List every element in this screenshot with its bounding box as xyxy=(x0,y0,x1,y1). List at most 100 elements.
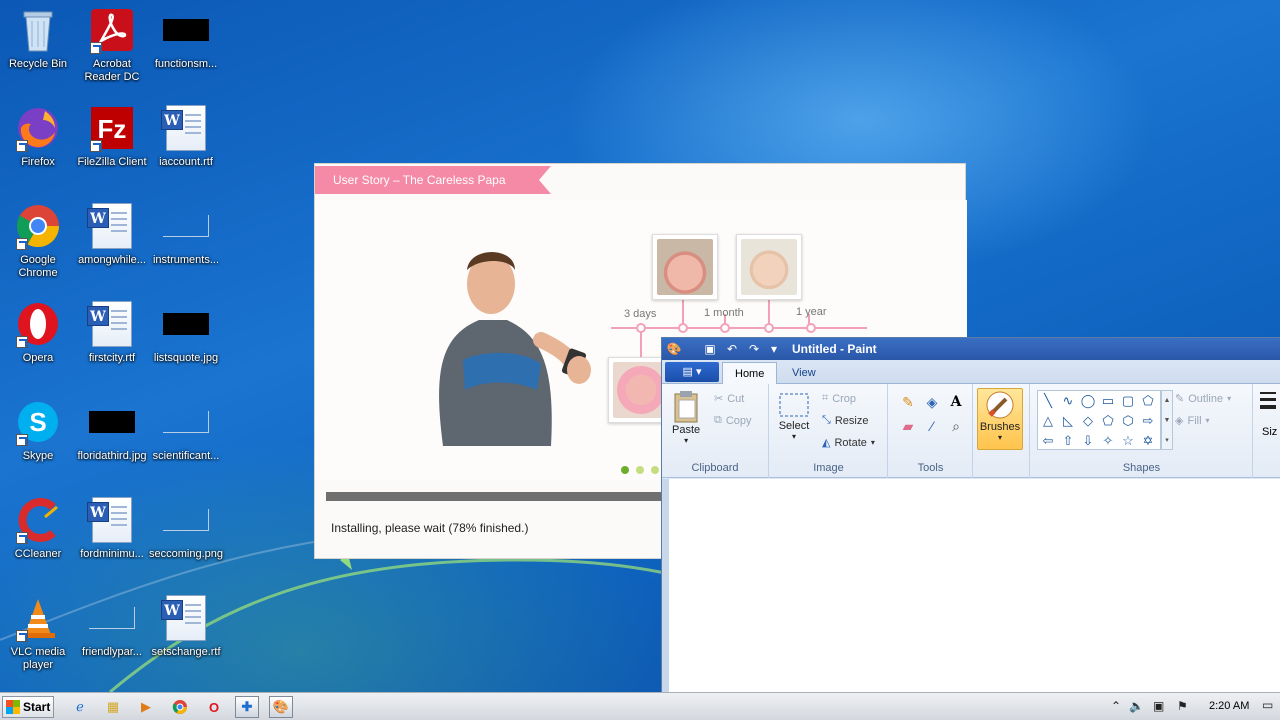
slide-indicator-active[interactable] xyxy=(621,466,629,474)
rounded-rectangle-shape-icon[interactable]: ▢ xyxy=(1118,391,1138,411)
redo-icon[interactable]: ↷ xyxy=(746,341,762,357)
fill-button[interactable]: ◈ Fill ▾ xyxy=(1175,414,1210,428)
four-point-star-shape-icon[interactable]: ✧ xyxy=(1098,431,1118,451)
fordminimu-file-icon[interactable]: W fordminimu... xyxy=(74,496,150,586)
tab-view[interactable]: View xyxy=(780,362,828,384)
google-chrome-icon[interactable]: Google Chrome xyxy=(0,202,76,292)
up-arrow-shape-icon[interactable]: ⇧ xyxy=(1058,431,1078,451)
chrome-taskbar-icon[interactable] xyxy=(168,696,192,718)
paste-button[interactable]: Paste ▾ xyxy=(672,390,700,445)
select-button[interactable]: Select ▾ xyxy=(778,390,810,441)
five-point-star-shape-icon[interactable]: ☆ xyxy=(1118,431,1138,451)
brushes-button[interactable]: Brushes ▾ xyxy=(977,388,1023,450)
paint-title-bar[interactable]: 🎨 ▣ ↶ ↷ ▾ Untitled - Paint xyxy=(662,338,1280,360)
rotate-icon: ◭ xyxy=(822,437,831,449)
opera-icon[interactable]: Opera xyxy=(0,300,76,390)
word-document-icon: W xyxy=(161,104,210,152)
firstcity-file-icon[interactable]: W firstcity.rtf xyxy=(74,300,150,390)
oval-shape-icon[interactable]: ◯ xyxy=(1078,391,1098,411)
shortcut-arrow-icon xyxy=(16,238,28,250)
firefox-icon[interactable]: Firefox xyxy=(0,104,76,194)
slide-indicator[interactable] xyxy=(636,466,644,474)
crop-button[interactable]: ⌗ Crop xyxy=(822,392,856,405)
shapes-gallery[interactable]: ╲ ∿ ◯ ▭ ▢ ⬠ △ ◺ ◇ ⬠ ⬡ ⇨ ⇦ ⇧ ⇩ ✧ ☆ ✡ xyxy=(1037,390,1161,450)
slide-indicator[interactable] xyxy=(651,466,659,474)
pencil-icon[interactable]: ✎ xyxy=(897,392,919,412)
customize-toolbar-icon[interactable]: ▾ xyxy=(766,341,782,357)
right-triangle-shape-icon[interactable]: ◺ xyxy=(1058,411,1078,431)
tab-home[interactable]: Home xyxy=(722,362,778,384)
timeline-label-1-year: 1 year xyxy=(796,306,827,318)
hexagon-shape-icon[interactable]: ⬡ xyxy=(1118,411,1138,431)
internet-explorer-icon[interactable]: ℯ xyxy=(68,696,92,718)
color-picker-icon[interactable]: ⁄ xyxy=(921,416,943,436)
skype-icon[interactable]: S Skype xyxy=(0,398,76,488)
copy-icon: ⧉ xyxy=(714,414,722,426)
shapes-group: ╲ ∿ ◯ ▭ ▢ ⬠ △ ◺ ◇ ⬠ ⬡ ⇨ ⇦ ⇧ ⇩ ✧ ☆ ✡ ▲ ▼ … xyxy=(1031,384,1253,478)
select-rectangle-icon xyxy=(779,393,809,417)
triangle-shape-icon[interactable]: △ xyxy=(1038,411,1058,431)
resize-icon: ⤡ xyxy=(822,414,831,426)
media-player-icon[interactable]: ▶ xyxy=(134,696,158,718)
iaccount-file-icon[interactable]: W iaccount.rtf xyxy=(148,104,224,194)
eraser-icon[interactable]: ▰ xyxy=(897,416,919,436)
line-size-icon[interactable] xyxy=(1260,392,1276,409)
action-center-flag-icon[interactable]: ⚑ xyxy=(1177,699,1188,713)
cut-button[interactable]: ✂ Cut xyxy=(714,392,744,406)
six-point-star-shape-icon[interactable]: ✡ xyxy=(1138,431,1158,451)
text-tool-icon[interactable]: A xyxy=(945,392,967,412)
instruments-file-icon[interactable]: instruments... xyxy=(148,202,224,292)
paint-file-menu-button[interactable]: ▤ ▾ xyxy=(665,362,719,382)
resize-button[interactable]: ⤡ Resize xyxy=(822,414,868,427)
pentagon-shape-icon[interactable]: ⬠ xyxy=(1098,411,1118,431)
diamond-shape-icon[interactable]: ◇ xyxy=(1078,411,1098,431)
polygon-shape-icon[interactable]: ⬠ xyxy=(1138,391,1158,411)
opera-taskbar-icon[interactable]: O xyxy=(202,696,226,718)
paint-taskbar-icon[interactable]: 🎨 xyxy=(269,696,293,718)
show-desktop-icon[interactable]: ▭ xyxy=(1262,698,1273,712)
functionsm-file-icon[interactable]: functionsm... xyxy=(148,6,224,96)
curve-shape-icon[interactable]: ∿ xyxy=(1058,391,1078,411)
left-arrow-shape-icon[interactable]: ⇦ xyxy=(1038,431,1058,451)
volume-icon[interactable]: 🔈 xyxy=(1129,699,1144,713)
shapes-scroll[interactable]: ▲ ▼ ▾ xyxy=(1161,390,1173,450)
filezilla-client-icon[interactable]: Fz FileZilla Client xyxy=(74,104,150,194)
friendlypar-file-icon[interactable]: friendlypar... xyxy=(74,594,150,684)
ccleaner-icon[interactable]: CCleaner xyxy=(0,496,76,586)
setschange-file-icon[interactable]: W setschange.rtf xyxy=(148,594,224,684)
timeline-dot xyxy=(678,323,688,333)
scientificant-file-icon[interactable]: scientificant... xyxy=(148,398,224,488)
image-group: Select ▾ ⌗ Crop ⤡ Resize ◭ Rotate ▾ Image xyxy=(770,384,888,478)
right-arrow-shape-icon[interactable]: ⇨ xyxy=(1138,411,1158,431)
undo-icon[interactable]: ↶ xyxy=(724,341,740,357)
seccoming-file-icon[interactable]: seccoming.png xyxy=(148,496,224,586)
clipboard-group: Paste ▾ ✂ Cut ⧉ Copy Clipboard xyxy=(662,384,769,478)
start-button[interactable]: Start xyxy=(2,696,54,718)
floridathird-file-icon[interactable]: floridathird.jpg xyxy=(74,398,150,488)
show-hidden-icons-icon[interactable]: ⌃ xyxy=(1111,699,1121,713)
amongwhile-file-icon[interactable]: W amongwhile... xyxy=(74,202,150,292)
skype-logo-icon: S xyxy=(14,398,62,446)
save-icon[interactable]: ▣ xyxy=(702,341,718,357)
image-thumbnail-icon xyxy=(88,594,136,642)
copy-button[interactable]: ⧉ Copy xyxy=(714,414,752,427)
magnifier-icon[interactable]: ⌕ xyxy=(945,416,967,436)
installer-taskbar-icon[interactable]: ✚ xyxy=(235,696,259,718)
rotate-button[interactable]: ◭ Rotate ▾ xyxy=(822,436,875,450)
taskbar-clock[interactable]: 2:20 AM xyxy=(1209,700,1249,712)
fill-bucket-icon[interactable]: ◈ xyxy=(921,392,943,412)
acrobat-reader-icon[interactable]: Acrobat Reader DC xyxy=(74,6,150,96)
outline-button[interactable]: ✎ Outline ▾ xyxy=(1175,392,1231,406)
size-label[interactable]: Siz xyxy=(1262,426,1277,438)
paint-app-icon[interactable]: 🎨 xyxy=(666,341,682,357)
outline-icon: ✎ xyxy=(1175,393,1185,405)
file-explorer-icon[interactable]: ▦ xyxy=(101,696,125,718)
recycle-bin-icon[interactable]: Recycle Bin xyxy=(0,6,76,96)
size-group: Siz xyxy=(1256,384,1280,478)
network-icon[interactable]: ▣ xyxy=(1153,699,1164,713)
down-arrow-shape-icon[interactable]: ⇩ xyxy=(1078,431,1098,451)
listsquote-file-icon[interactable]: listsquote.jpg xyxy=(148,300,224,390)
vlc-media-player-icon[interactable]: VLC media player xyxy=(0,594,76,684)
line-shape-icon[interactable]: ╲ xyxy=(1038,391,1058,411)
rectangle-shape-icon[interactable]: ▭ xyxy=(1098,391,1118,411)
